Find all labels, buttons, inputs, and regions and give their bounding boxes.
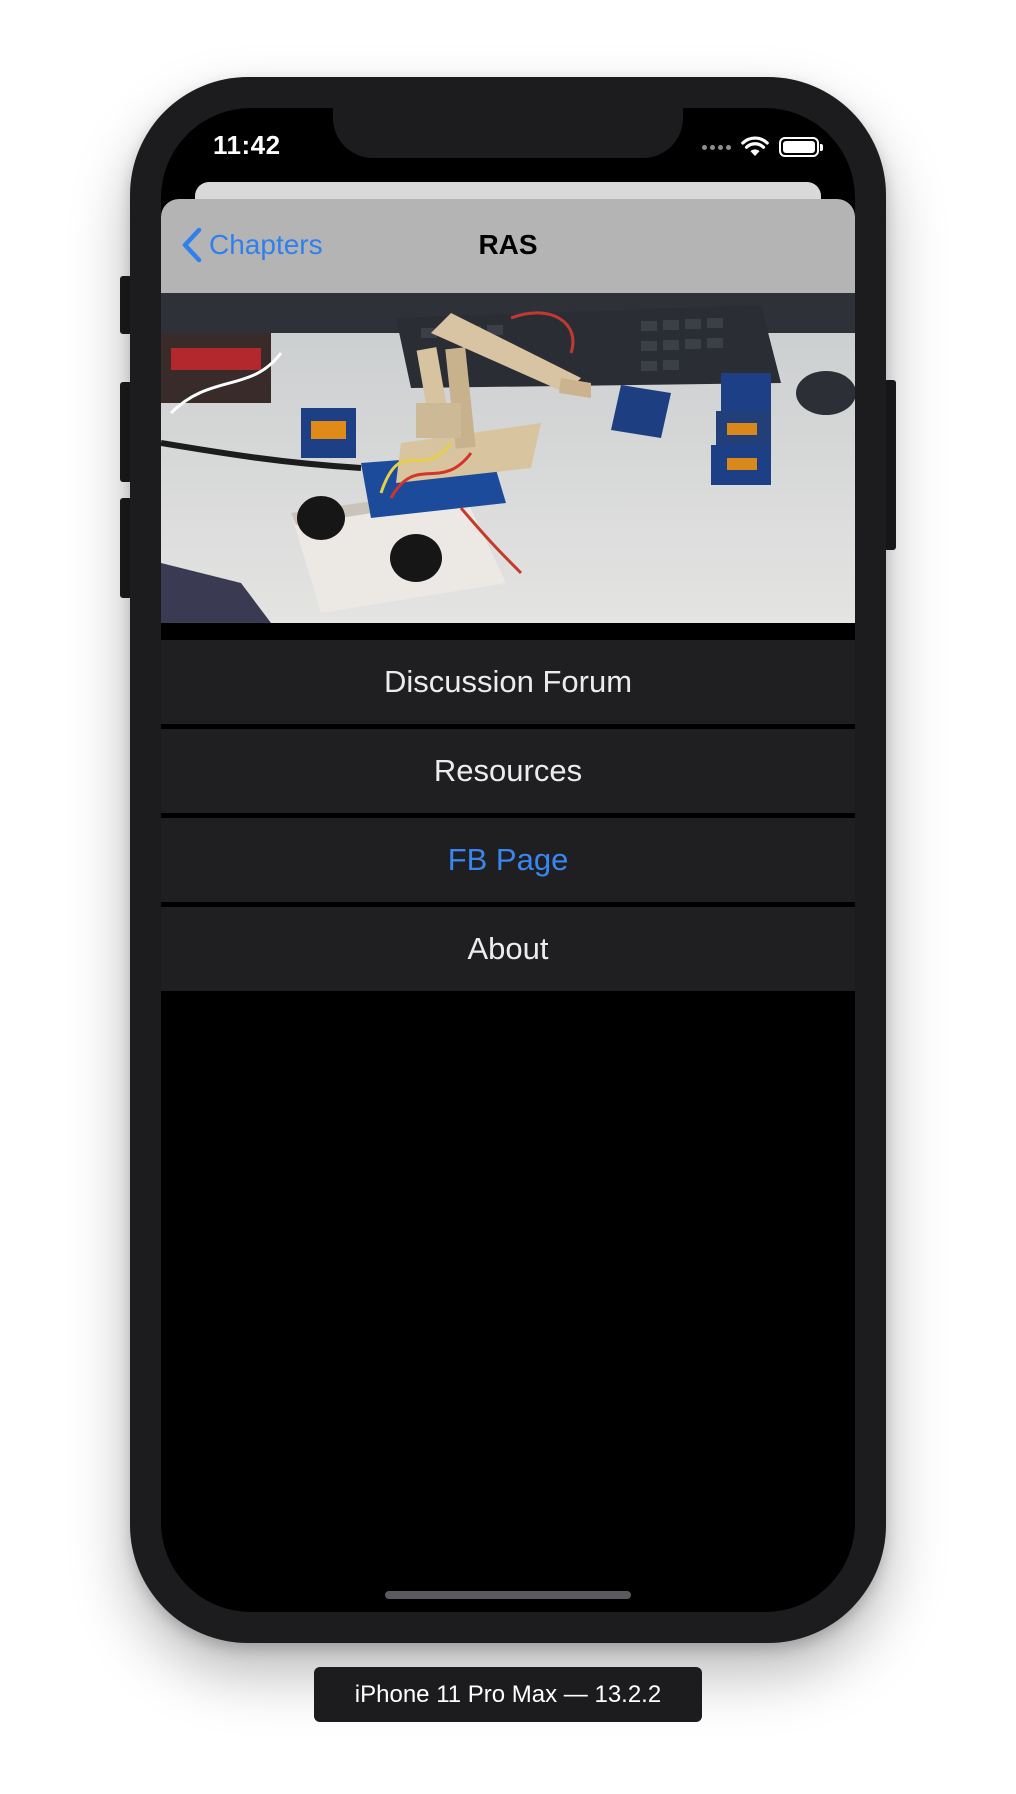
status-icons xyxy=(702,136,823,158)
resources-button[interactable]: Resources xyxy=(161,729,855,813)
discussion-forum-button[interactable]: Discussion Forum xyxy=(161,640,855,724)
menu-list: Discussion Forum Resources FB Page About xyxy=(161,640,855,996)
simulator-window: 11:42 Chapters RAS Discussion Forum Reso… xyxy=(0,0,1016,1794)
battery-icon xyxy=(779,137,823,157)
home-indicator[interactable] xyxy=(385,1591,631,1599)
modal-sheet: Chapters RAS Discussion Forum Resources … xyxy=(161,199,855,1612)
robot-arm-photo xyxy=(161,293,855,623)
fb-page-button[interactable]: FB Page xyxy=(161,818,855,902)
device-label: iPhone 11 Pro Max — 13.2.2 xyxy=(314,1667,702,1722)
about-button[interactable]: About xyxy=(161,907,855,991)
status-time: 11:42 xyxy=(213,130,281,160)
wifi-icon xyxy=(741,136,769,156)
navigation-bar: Chapters RAS xyxy=(161,199,855,293)
phone-screen: 11:42 Chapters RAS Discussion Forum Reso… xyxy=(161,108,855,1612)
signal-icon xyxy=(702,144,731,150)
page-title: RAS xyxy=(478,229,538,260)
notch xyxy=(333,108,683,158)
